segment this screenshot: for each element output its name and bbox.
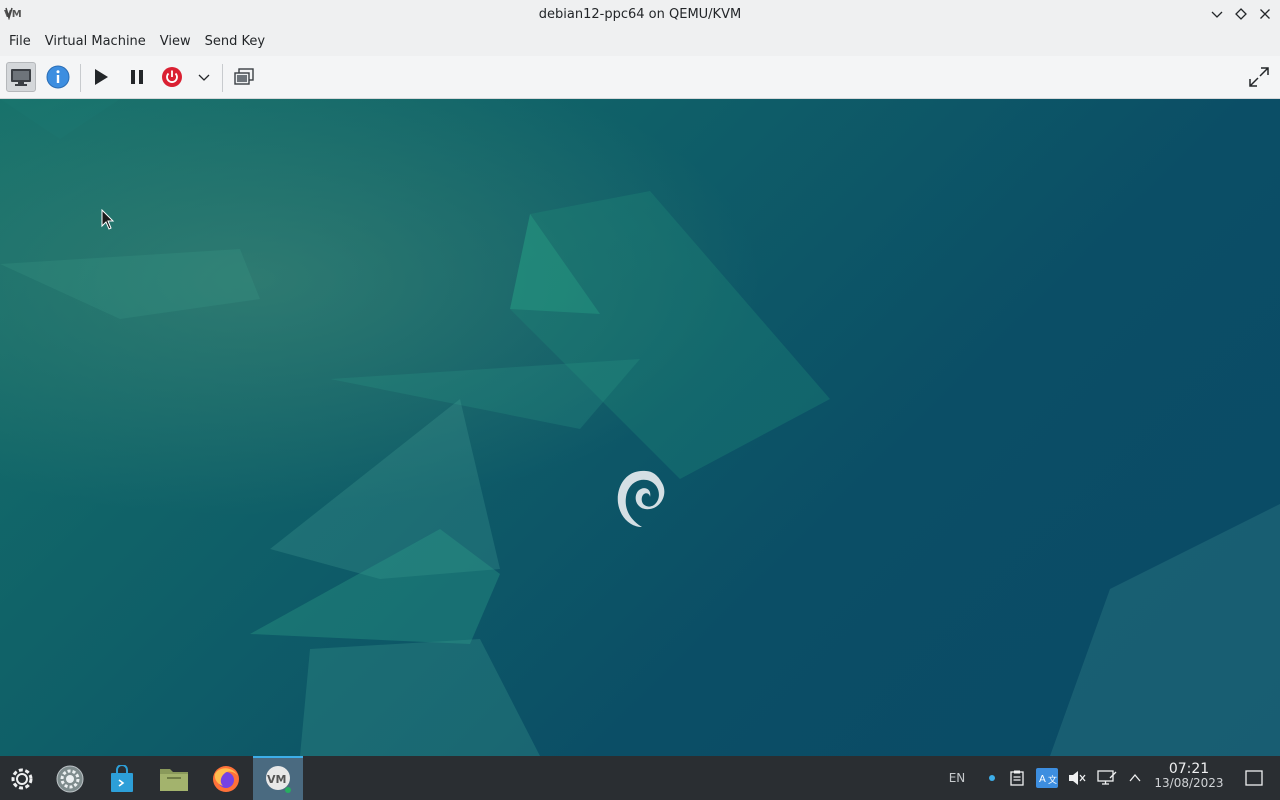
svg-text:VM: VM: [267, 773, 286, 786]
application-launcher[interactable]: [2, 760, 42, 798]
show-desktop-icon: [1245, 770, 1263, 786]
power-icon: [162, 67, 182, 87]
volume-muted-icon[interactable]: [1066, 756, 1088, 800]
clock-time: 07:21: [1168, 761, 1210, 777]
console-view-button[interactable]: [6, 62, 36, 92]
menu-view[interactable]: View: [153, 28, 198, 56]
fullscreen-button[interactable]: [1244, 62, 1274, 92]
details-button[interactable]: [43, 62, 73, 92]
virt-manager-task[interactable]: VM: [253, 756, 303, 800]
menubar: File Virtual Machine View Send Key: [0, 28, 1280, 56]
clipboard-icon[interactable]: [1006, 756, 1028, 800]
chevron-down-icon: [198, 74, 210, 81]
svg-text:文: 文: [1048, 774, 1057, 786]
debian-swirl-logo: [617, 470, 665, 527]
chevron-down-icon: [1211, 11, 1223, 18]
window-title: debian12-ppc64 on QEMU/KVM: [538, 6, 742, 22]
svg-text:A: A: [1039, 774, 1046, 785]
virt-manager-icon: VM: [266, 766, 291, 793]
folder-icon: [160, 769, 188, 791]
taskbar: VM EN A文 07:21 13/08/2023: [0, 756, 1280, 800]
toolbar: [0, 56, 1280, 99]
show-desktop-button[interactable]: [1242, 756, 1266, 800]
firefox-icon: [213, 766, 239, 792]
system-settings-launcher[interactable]: [50, 760, 90, 798]
menu-send-key[interactable]: Send Key: [198, 28, 272, 56]
minimize-button[interactable]: [1208, 4, 1226, 24]
network-icon[interactable]: [1095, 756, 1119, 800]
menu-virtual-machine[interactable]: Virtual Machine: [38, 28, 153, 56]
shopping-bag-icon: [111, 765, 133, 792]
play-icon: [95, 69, 108, 85]
shutdown-menu-button[interactable]: [190, 62, 218, 92]
maximize-button[interactable]: [1232, 4, 1250, 24]
digital-clock[interactable]: 07:21 13/08/2023: [1148, 762, 1230, 790]
expand-tray-icon[interactable]: [1125, 756, 1145, 800]
pause-button[interactable]: [122, 62, 152, 92]
file-manager-launcher[interactable]: [154, 760, 194, 798]
info-icon: [46, 65, 70, 89]
diamond-icon: [1235, 8, 1247, 20]
run-button[interactable]: [86, 62, 116, 92]
discover-store-launcher[interactable]: [102, 760, 142, 798]
close-button[interactable]: [1256, 4, 1274, 24]
notification-dot-icon[interactable]: [982, 756, 1002, 800]
desktop-wallpaper: [0, 99, 1280, 756]
monitor-icon: [11, 69, 31, 86]
firefox-launcher[interactable]: [206, 760, 246, 798]
menu-file[interactable]: File: [2, 28, 38, 56]
mouse-cursor-icon: [101, 209, 115, 230]
shutdown-button[interactable]: [157, 62, 187, 92]
settings-gear-icon: [56, 765, 84, 793]
snapshots-button[interactable]: [229, 62, 259, 92]
vm-display[interactable]: [0, 99, 1280, 756]
fullscreen-icon: [1249, 67, 1269, 87]
gear-launcher-icon: [11, 768, 33, 790]
translator-icon[interactable]: A文: [1035, 756, 1059, 800]
clock-date: 13/08/2023: [1154, 776, 1224, 790]
close-icon: [1260, 9, 1270, 19]
snapshots-icon: [234, 68, 254, 85]
keyboard-layout-indicator[interactable]: EN: [944, 756, 970, 800]
pause-icon: [131, 70, 143, 84]
window-titlebar[interactable]: VM debian12-ppc64 on QEMU/KVM: [0, 0, 1280, 28]
